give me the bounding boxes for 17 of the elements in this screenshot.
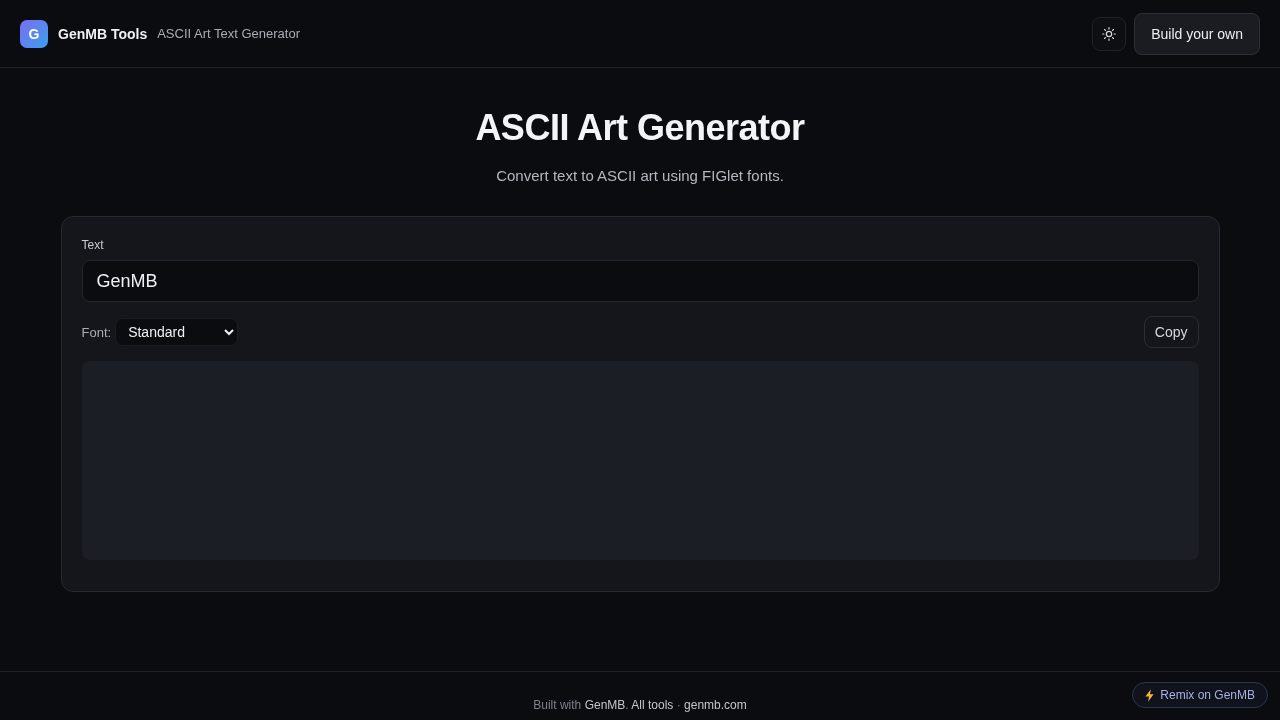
lightning-icon — [1145, 688, 1155, 702]
footer-link[interactable]: genmb.com — [684, 698, 747, 712]
copy-button[interactable]: Copy — [1143, 316, 1199, 348]
text-label: Text — [81, 237, 105, 253]
font-label: Font: — [81, 324, 112, 340]
font-select[interactable]: Standard — [115, 318, 239, 346]
brand-name[interactable]: GenMB Tools — [58, 25, 148, 42]
text-input[interactable]: GenMB — [81, 260, 1199, 302]
page-title: ASCII Art Generator — [475, 106, 805, 150]
build-your-own-button[interactable]: Build your own — [1134, 12, 1260, 55]
theme-toggle-button[interactable] — [1092, 16, 1127, 51]
footer-link[interactable]: All tools — [631, 698, 674, 712]
sun-icon — [1102, 26, 1117, 41]
footer-text: Built with GenMB. All tools · genmb.com — [533, 697, 747, 713]
tool-title: ASCII Art Text Generator — [157, 26, 300, 41]
remix-badge[interactable]: Remix on GenMB — [1132, 682, 1268, 708]
page-subtitle: Convert text to ASCII art using FIGlet fonts. — [496, 166, 784, 186]
